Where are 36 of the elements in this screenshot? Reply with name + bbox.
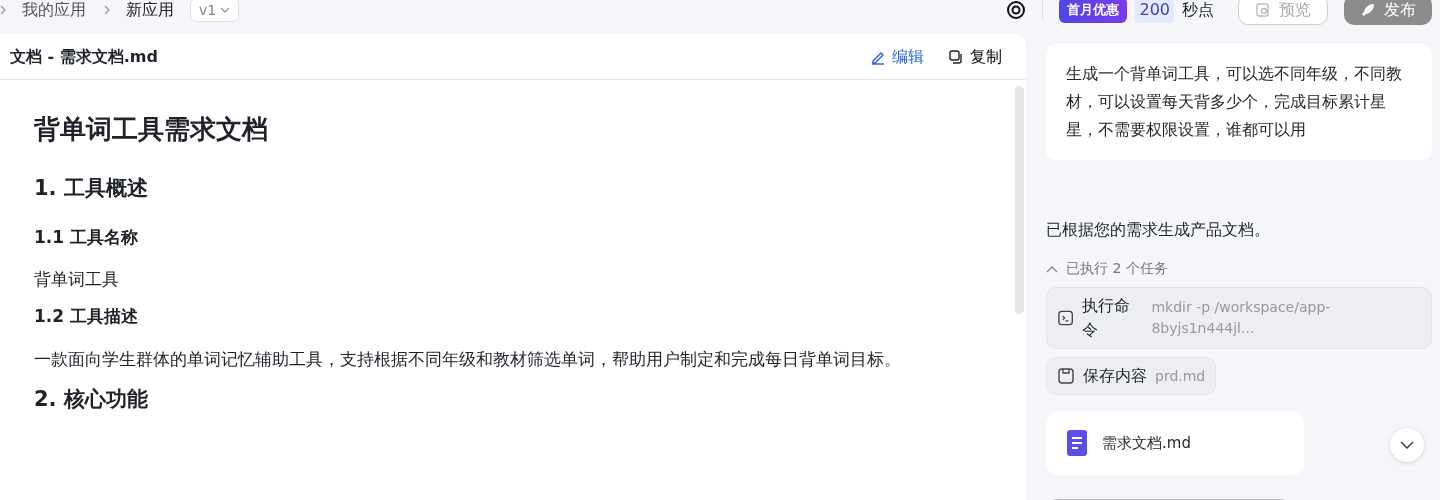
scroll-down-button[interactable] (1390, 428, 1424, 462)
promo-badge: 首月优惠 (1059, 0, 1128, 23)
copy-icon (948, 48, 964, 65)
reply-text: 已根据您的需求生成产品文档。 (1046, 219, 1271, 241)
edit-button[interactable]: 编辑 (870, 44, 924, 69)
copy-button[interactable]: 复制 (948, 44, 1002, 69)
paragraph: 背单词工具 (34, 268, 120, 291)
save-icon (1057, 367, 1075, 385)
points-unit: 秒点 (1182, 0, 1214, 21)
scrollbar[interactable] (1015, 86, 1024, 314)
subsection-heading: 1.2 工具描述 (34, 305, 140, 328)
points-count: 200 (1135, 0, 1174, 23)
preview-icon (1255, 2, 1271, 18)
document-title: 文档 - 需求文档.md (10, 45, 158, 68)
file-card[interactable]: 需求文档.md (1046, 411, 1304, 475)
target-icon (1006, 0, 1027, 20)
section-heading: 2. 核心功能 (34, 385, 149, 413)
terminal-icon (1057, 309, 1075, 327)
section-heading: 1. 工具概述 (34, 175, 149, 202)
paragraph: 一款面向学生群体的单词记忆辅助工具，支持根据不同年级和教材筛选单词，帮助用户制定和完成每日背单词目标。 (34, 347, 902, 371)
breadcrumb-link[interactable]: 我的应用 (22, 0, 86, 22)
caret-icon (220, 6, 231, 14)
tasks-toggle[interactable]: 已执行 2 个任务 (1046, 258, 1432, 279)
chevron-down-icon (1400, 441, 1414, 449)
chevron-icon (0, 4, 6, 16)
chevron-up-icon (1046, 264, 1058, 273)
version-dropdown[interactable]: v1 (190, 0, 240, 22)
task-chip: 保存内容 prd.md (1046, 357, 1217, 395)
chevron-icon (102, 4, 110, 16)
task-chip: 执行命令 mkdir -p /workspace/app-8byjs1n444jl... (1046, 287, 1432, 349)
breadcrumb-link[interactable]: 新应用 (126, 0, 174, 22)
user-message: 生成一个背单词工具，可以选不同年级，不同教材，可以设置每天背多少个，完成目标累计星星，不需要权限设置，谁都可以用 (1046, 44, 1432, 160)
subsection-heading: 1.1 工具名称 (34, 225, 140, 249)
document-icon (1066, 429, 1088, 457)
rocket-icon (1360, 2, 1376, 18)
document-heading: 背单词工具需求文档 (34, 113, 269, 146)
